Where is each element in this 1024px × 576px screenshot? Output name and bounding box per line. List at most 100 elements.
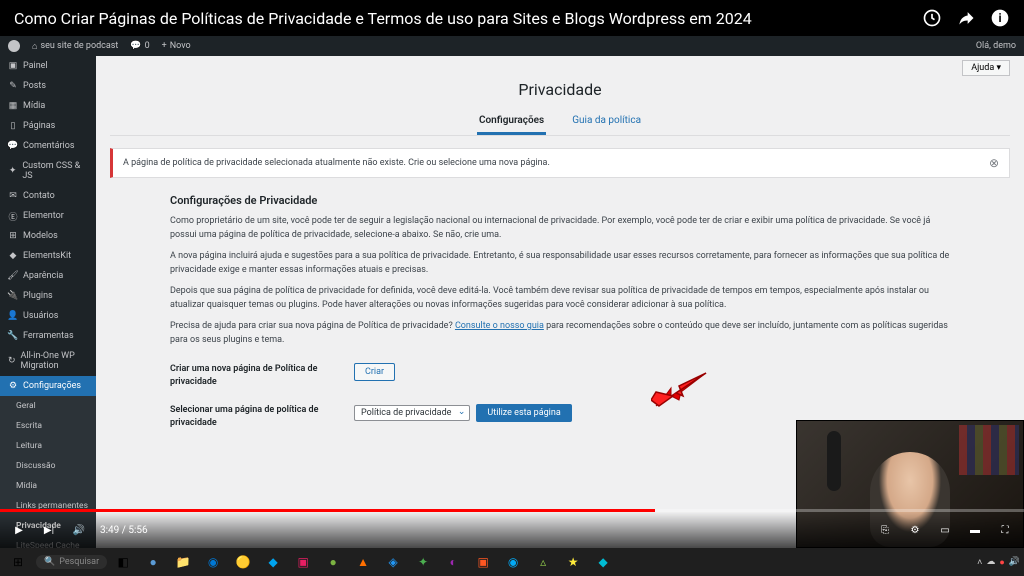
svg-text:i: i <box>998 11 1001 25</box>
wp-sidebar: ▣Painel✎Posts▦Mídia▯Páginas💬Comentários✦… <box>0 56 96 548</box>
use-page-button[interactable]: Utilize esta página <box>476 404 571 422</box>
section-title: Configurações de Privacidade <box>170 194 950 207</box>
create-button[interactable]: Criar <box>354 363 395 381</box>
menu-icon: 🖌 <box>8 271 18 281</box>
app-icon[interactable]: ▲ <box>349 550 377 574</box>
app-icon[interactable]: ▵ <box>529 550 557 574</box>
submenu-item[interactable]: Leitura <box>0 436 96 456</box>
guide-link[interactable]: Consulte o nosso guia <box>455 321 544 331</box>
menu-icon: 🔧 <box>8 331 18 341</box>
wp-logo-icon[interactable] <box>8 40 20 52</box>
menu-icon: ▣ <box>8 61 18 71</box>
next-icon[interactable]: ▶| <box>40 521 58 539</box>
tray-icon[interactable]: 🔊 <box>1009 557 1020 567</box>
menu-icon: ▦ <box>8 101 18 111</box>
volume-icon[interactable]: 🔊 <box>70 521 88 539</box>
sidebar-item-comentários[interactable]: 💬Comentários <box>0 136 96 156</box>
settings-icon[interactable]: ⚙ <box>906 521 924 539</box>
submenu-item[interactable]: Discussão <box>0 456 96 476</box>
menu-icon: ↻ <box>8 356 16 366</box>
sidebar-item-contato[interactable]: ✉Contato <box>0 186 96 206</box>
tray-icon[interactable]: ● <box>999 557 1004 568</box>
explorer-icon[interactable]: 📁 <box>169 550 197 574</box>
progress-bar[interactable] <box>0 509 1024 512</box>
app-icon[interactable]: ★ <box>559 550 587 574</box>
comments-link[interactable]: 💬 0 <box>130 41 149 51</box>
video-title: Como Criar Páginas de Políticas de Priva… <box>14 9 752 28</box>
share-icon[interactable] <box>956 8 976 28</box>
sidebar-item-plugins[interactable]: 🔌Plugins <box>0 286 96 306</box>
video-controls: ▶ ▶| 🔊 3:49 / 5:56 ⎘ ⚙ ▭ ▬ ⛶ <box>0 512 1024 548</box>
tray-icon[interactable]: ☁ <box>986 557 995 567</box>
create-label: Criar uma nova página de Política de pri… <box>170 363 330 388</box>
menu-icon: 👤 <box>8 311 18 321</box>
sidebar-item-ferramentas[interactable]: 🔧Ferramentas <box>0 326 96 346</box>
task-view-icon[interactable]: ◧ <box>109 550 137 574</box>
sidebar-item-elementskit[interactable]: ◆ElementsKit <box>0 246 96 266</box>
edge-icon[interactable]: ◉ <box>199 550 227 574</box>
help-tab[interactable]: Ajuda ▾ <box>962 60 1010 76</box>
taskbar-search[interactable]: 🔍 Pesquisar <box>36 555 107 569</box>
app-icon[interactable]: ◆ <box>589 550 617 574</box>
site-name-link[interactable]: ⌂ seu site de podcast <box>32 41 118 52</box>
play-icon[interactable]: ▶ <box>10 521 28 539</box>
menu-icon: Ⓔ <box>8 211 18 221</box>
tab-settings[interactable]: Configurações <box>477 109 546 135</box>
new-link[interactable]: + Novo <box>162 41 191 51</box>
tab-guide[interactable]: Guia da política <box>570 109 643 135</box>
watch-later-icon[interactable] <box>922 8 942 28</box>
menu-icon: ✉ <box>8 191 18 201</box>
privacy-page-select[interactable]: Política de privacidade <box>354 405 470 421</box>
submenu-item[interactable]: Escrita <box>0 416 96 436</box>
submenu-item[interactable]: Mídia <box>0 476 96 496</box>
menu-icon: ⊞ <box>8 231 18 241</box>
menu-icon: ✎ <box>8 81 18 91</box>
start-button[interactable]: ⊞ <box>4 550 32 574</box>
paragraph: Como proprietário de um site, você pode … <box>170 215 950 242</box>
app-icon[interactable]: ● <box>319 550 347 574</box>
page-title: Privacidade <box>110 80 1010 99</box>
app-icon[interactable]: ◆ <box>259 550 287 574</box>
dismiss-icon[interactable]: ⊗ <box>989 156 999 170</box>
app-icon[interactable]: ▣ <box>469 550 497 574</box>
app-icon[interactable]: ◐ <box>439 550 467 574</box>
menu-icon: 🔌 <box>8 291 18 301</box>
fullscreen-icon[interactable]: ⛶ <box>996 521 1014 539</box>
windows-taskbar: ⊞ 🔍 Pesquisar ◧ ● 📁 ◉ 🟡 ◆ ▣ ● ▲ ◈ ✦ ◐ ▣ … <box>0 548 1024 576</box>
app-icon[interactable]: ◈ <box>379 550 407 574</box>
wp-adminbar: ⌂ seu site de podcast 💬 0 + Novo Olá, de… <box>0 36 1024 56</box>
paragraph: A nova página incluirá ajuda e sugestões… <box>170 250 950 277</box>
sidebar-item-usuários[interactable]: 👤Usuários <box>0 306 96 326</box>
miniplayer-icon[interactable]: ▭ <box>936 521 954 539</box>
sidebar-item-all-in-one-wp-migration[interactable]: ↻All-in-One WP Migration <box>0 346 96 376</box>
app-icon[interactable]: ● <box>139 550 167 574</box>
sidebar-item-posts[interactable]: ✎Posts <box>0 76 96 96</box>
info-icon[interactable]: i <box>990 8 1010 28</box>
menu-icon: ⚙ <box>8 381 18 391</box>
time-display: 3:49 / 5:56 <box>100 525 148 536</box>
sidebar-item-aparência[interactable]: 🖌Aparência <box>0 266 96 286</box>
menu-icon: ✦ <box>8 166 17 176</box>
sidebar-item-modelos[interactable]: ⊞Modelos <box>0 226 96 246</box>
sidebar-item-páginas[interactable]: ▯Páginas <box>0 116 96 136</box>
paragraph: Depois que sua página de política de pri… <box>170 285 950 312</box>
greeting[interactable]: Olá, demo <box>976 41 1016 51</box>
tray-icon[interactable]: ˄ <box>977 557 982 568</box>
app-icon[interactable]: ▣ <box>289 550 317 574</box>
sidebar-item-configurações[interactable]: ⚙Configurações <box>0 376 96 396</box>
error-notice: A página de política de privacidade sele… <box>110 148 1010 178</box>
sidebar-item-elementor[interactable]: ⒺElementor <box>0 206 96 226</box>
chrome-icon[interactable]: 🟡 <box>229 550 257 574</box>
theater-icon[interactable]: ▬ <box>966 521 984 539</box>
submenu-item[interactable]: Geral <box>0 396 96 416</box>
app-icon[interactable]: ✦ <box>409 550 437 574</box>
menu-icon: ▯ <box>8 121 18 131</box>
menu-icon: ◆ <box>8 251 18 261</box>
sidebar-item-painel[interactable]: ▣Painel <box>0 56 96 76</box>
app-icon[interactable]: ◉ <box>499 550 527 574</box>
paragraph: Precisa de ajuda para criar sua nova pág… <box>170 320 950 347</box>
menu-icon: 💬 <box>8 141 18 151</box>
cc-icon[interactable]: ⎘ <box>876 521 894 539</box>
sidebar-item-mídia[interactable]: ▦Mídia <box>0 96 96 116</box>
sidebar-item-custom-css-&-js[interactable]: ✦Custom CSS & JS <box>0 156 96 186</box>
